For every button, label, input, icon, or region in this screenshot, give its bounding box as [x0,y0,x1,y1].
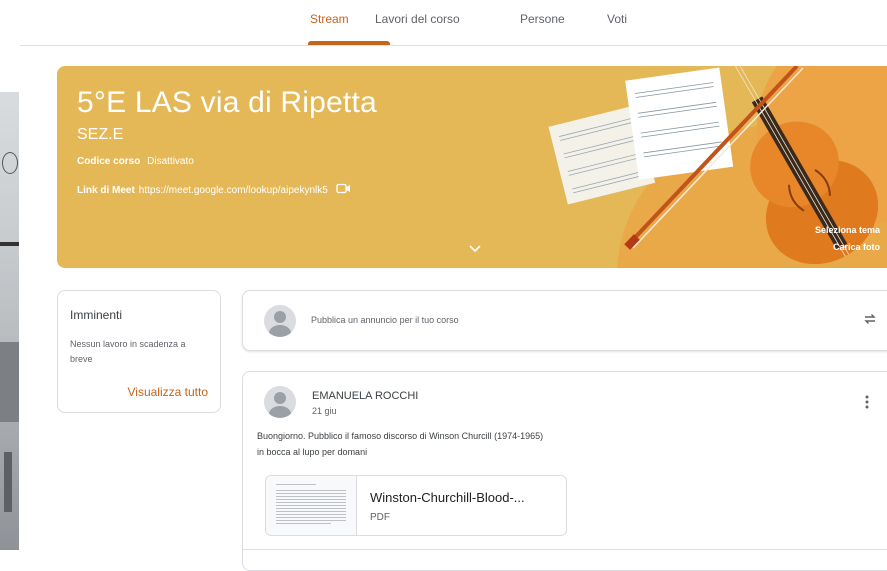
post-text-line-2: in bocca al lupo per domani [257,447,368,457]
tab-stream[interactable]: Stream [310,0,349,45]
attachment-type: PDF [370,512,390,523]
course-title: 5°E LAS via di Ripetta [77,86,377,119]
meet-link-row: Link di Meet https://meet.google.com/loo… [77,183,351,197]
music-illustration [548,66,879,265]
course-section: SEZ.E [77,126,124,143]
more-options-icon[interactable] [864,394,870,415]
announcement-post: EMANUELA ROCCHI 21 giu Buongiorno. Pubbl… [242,371,887,571]
upload-photo-link[interactable]: Carica foto [833,242,880,252]
post-text-line-1: Buongiorno. Pubblico il famoso discorso … [257,431,544,441]
post-author: EMANUELA ROCCHI [312,390,419,402]
course-banner: 5°E LAS via di Ripetta SEZ.E Codice cors… [57,66,887,268]
tab-grades[interactable]: Voti [607,0,627,45]
author-avatar [264,386,296,418]
post-date: 21 giu [312,406,337,416]
avatar [264,305,296,337]
upcoming-title: Imminenti [70,308,123,322]
class-code-value: Disattivato [147,156,194,167]
background-photo-strip [0,92,19,550]
announce-placeholder[interactable]: Pubblica un annuncio per il tuo corso [311,315,459,325]
repost-icon[interactable] [862,311,878,332]
video-camera-icon[interactable] [336,183,351,197]
meet-link-label: Link di Meet [77,184,135,196]
class-code-label: Codice corso [77,156,141,167]
class-code-row: Codice corso Disattivato [77,156,194,167]
tab-people[interactable]: Persone [520,0,565,45]
attachment-card[interactable]: Winston-Churchill-Blood-... PDF [265,475,567,536]
pdf-thumbnail [266,476,357,535]
active-tab-indicator [308,41,390,45]
announce-composer[interactable]: Pubblica un annuncio per il tuo corso [242,290,887,351]
attachment-title: Winston-Churchill-Blood-... [370,490,525,505]
view-all-link[interactable]: Visualizza tutto [128,385,209,399]
upcoming-empty-text: Nessun lavoro in scadenza a breve [70,339,186,364]
meet-link-url[interactable]: https://meet.google.com/lookup/aipekynlk… [139,185,328,196]
course-tab-bar: Stream Lavori del corso Persone Voti [20,0,887,46]
select-theme-link[interactable]: Seleziona tema [815,225,880,235]
post-divider [243,549,887,550]
upcoming-card: Imminenti Nessun lavoro in scadenza a br… [57,290,221,413]
chevron-down-icon[interactable] [469,240,481,258]
tab-classwork[interactable]: Lavori del corso [375,0,460,45]
